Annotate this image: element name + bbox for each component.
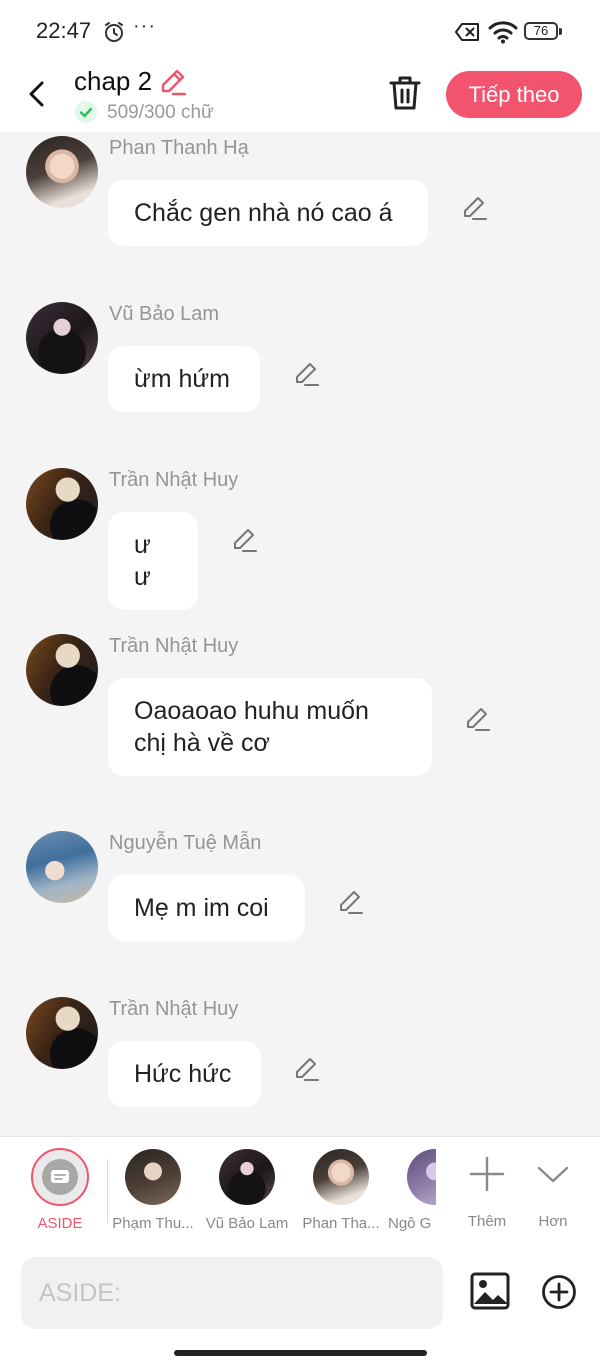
plus-circle-icon[interactable] [541,1274,577,1310]
message-text: Oaoaoao huhu muốn chị hà về cơ [134,697,369,757]
pencil-icon[interactable] [292,1055,320,1083]
input-area [0,1245,600,1367]
trash-icon[interactable] [388,74,422,112]
wifi-icon [488,21,518,44]
avatar [313,1149,369,1205]
image-icon[interactable] [470,1271,510,1311]
add-character-label: Thêm [467,1213,507,1230]
message-bubble[interactable]: Chắc gen nhà nó cao á [108,180,428,246]
message-text: Mẹ m im coi [134,894,269,922]
avatar [219,1149,275,1205]
aside-icon [42,1159,78,1195]
message-bubble[interactable]: ư ư [108,512,198,610]
message-text: ư ư [134,531,151,591]
status-time: 22:47 [36,18,92,43]
back-icon[interactable] [22,78,52,110]
avatar [125,1149,181,1205]
pencil-icon[interactable] [230,526,258,554]
alarm-icon [105,22,123,42]
avatar[interactable] [26,634,98,706]
message-text: Chắc gen nhà nó cao á [134,199,393,227]
sender-name: Trần Nhật Huy [109,998,239,1020]
message-bubble[interactable]: ừm hứm [108,346,260,412]
character-bar: ASIDE Phạm Thu... Vũ Bảo Lam Phan Tha...… [0,1136,600,1246]
avatar[interactable] [26,997,98,1069]
battery-level: 76 [533,23,549,38]
character-option[interactable]: Vũ Bảo Lam [202,1149,292,1239]
check-icon [75,101,97,123]
character-option[interactable]: Phạm Thu... [108,1149,198,1239]
character-name: Ngô G [388,1215,432,1232]
character-name: Phạm Thu... [112,1215,194,1232]
sender-name: Phan Thanh Hạ [109,137,249,159]
message-bubble[interactable]: Hức hức [108,1041,261,1107]
avatar[interactable] [26,302,98,374]
sender-name: Trần Nhật Huy [109,635,239,657]
sender-name: Vũ Bảo Lam [109,303,220,325]
character-name: Phan Tha... [302,1215,380,1232]
character-option[interactable]: Phan Tha... [296,1149,386,1239]
message-bubble[interactable]: Oaoaoao huhu muốn chị hà về cơ [108,678,432,776]
aside-button[interactable] [31,1148,89,1206]
more-characters-button[interactable]: Hơn [528,1151,578,1241]
avatar[interactable] [26,468,98,540]
chevron-down-icon [537,1166,569,1183]
sim-off-icon [455,23,479,41]
next-button[interactable]: Tiếp theo [446,71,582,118]
avatar[interactable] [26,136,98,208]
character-option[interactable]: Ngô G [388,1137,436,1245]
pencil-icon[interactable] [463,705,491,733]
pencil-icon[interactable] [460,194,488,222]
pencil-icon[interactable] [336,888,364,916]
avatar[interactable] [26,831,98,903]
sender-name: Trần Nhật Huy [109,469,239,491]
status-more-dots: ··· [133,15,156,37]
edit-title-icon[interactable] [158,67,188,97]
chapter-title: chap 2 [74,66,153,96]
message-text: ừm hứm [134,365,230,393]
message-bubble[interactable]: Mẹ m im coi [108,875,305,941]
character-name: Vũ Bảo Lam [205,1215,289,1232]
character-option-partial: Ngô G [388,1149,436,1239]
pencil-icon[interactable] [292,360,320,388]
aside-input[interactable] [21,1257,443,1329]
chat-list: Phan Thanh Hạ Chắc gen nhà nó cao á Vũ B… [0,132,600,1136]
plus-icon [469,1156,505,1192]
message-text: Hức hức [134,1060,232,1088]
word-count: 509/300 chữ [107,102,214,123]
status-bar: 22:47 ··· 76 [0,0,600,62]
sender-name: Nguyễn Tuệ Mẫn [109,832,262,854]
add-character-button[interactable]: Thêm [460,1151,514,1241]
editor-header: chap 2 509/300 chữ Tiếp theo [0,62,600,132]
aside-label: ASIDE [37,1215,83,1232]
home-indicator[interactable] [174,1350,427,1356]
more-characters-label: Hơn [538,1213,568,1230]
battery-icon: 76 [524,22,562,40]
avatar [407,1149,436,1205]
